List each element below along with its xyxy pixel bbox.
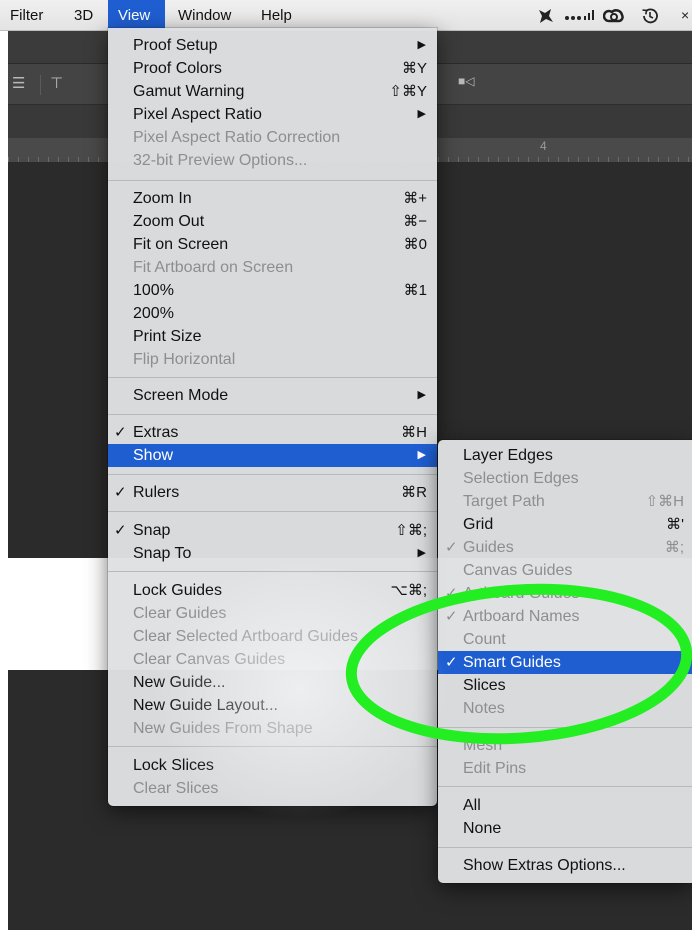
menu-separator — [438, 727, 692, 728]
menu-item-screen-mode[interactable]: Screen Mode ▶ — [108, 384, 437, 407]
submenu-arrow-icon: ▶ — [417, 389, 426, 401]
menu-item-200-percent[interactable]: 200% — [108, 302, 437, 325]
menu-item-lock-slices[interactable]: Lock Slices — [108, 754, 437, 777]
menu-item-proof-colors[interactable]: Proof Colors ⌘Y — [108, 57, 437, 80]
menu-3d[interactable]: 3D — [70, 0, 97, 31]
menu-item-smart-guides[interactable]: ✓ Smart Guides — [438, 651, 692, 674]
show-submenu: Layer Edges Selection Edges Target Path … — [438, 440, 692, 883]
menu-item-new-guide-layout[interactable]: New Guide Layout... — [108, 694, 437, 717]
menu-item-100-percent[interactable]: 100% ⌘1 — [108, 279, 437, 302]
menu-item-none[interactable]: None — [438, 817, 692, 840]
menu-item-32bit-preview-options[interactable]: 32-bit Preview Options... — [108, 149, 437, 172]
menu-separator — [108, 474, 437, 475]
menu-item-snap-to[interactable]: Snap To ▶ — [108, 542, 437, 565]
menu-separator — [108, 571, 437, 572]
menu-item-show-extras-options[interactable]: Show Extras Options... — [438, 854, 692, 877]
menu-item-clear-guides[interactable]: Clear Guides — [108, 602, 437, 625]
menu-item-pixel-aspect-ratio[interactable]: Pixel Aspect Ratio ▶ — [108, 103, 437, 126]
overflow-icon[interactable]: × — [681, 0, 689, 31]
menu-window[interactable]: Window — [174, 0, 235, 31]
menu-item-clear-selected-artboard-guides[interactable]: Clear Selected Artboard Guides — [108, 625, 437, 648]
view-menu: Proof Setup ▶ Proof Colors ⌘Y Gamut Warn… — [108, 28, 437, 806]
checkmark-icon: ✓ — [445, 539, 458, 556]
menu-item-new-guide[interactable]: New Guide... — [108, 671, 437, 694]
menu-item-rulers[interactable]: ✓ Rulers ⌘R — [108, 481, 437, 504]
creative-cloud-icon[interactable] — [603, 6, 625, 26]
signal-strength-icon[interactable] — [563, 7, 595, 25]
creative-cloud-sync-icon[interactable] — [536, 7, 556, 25]
menu-separator — [438, 847, 692, 848]
menu-item-count[interactable]: Count — [438, 628, 692, 651]
menu-item-layer-edges[interactable]: Layer Edges — [438, 444, 692, 467]
menu-item-flip-horizontal[interactable]: Flip Horizontal — [108, 348, 437, 371]
submenu-arrow-icon: ▶ — [417, 108, 426, 120]
menu-separator — [108, 180, 437, 181]
menu-item-artboard-names[interactable]: ✓ Artboard Names — [438, 605, 692, 628]
menu-item-artboard-guides[interactable]: ✓ Artboard Guides — [438, 582, 692, 605]
menu-item-zoom-in[interactable]: Zoom In ⌘+ — [108, 187, 437, 210]
submenu-arrow-icon: ▶ — [417, 449, 426, 461]
checkmark-icon: ✓ — [114, 424, 127, 441]
checkmark-icon: ✓ — [114, 484, 127, 501]
menu-item-grid[interactable]: Grid ⌘' — [438, 513, 692, 536]
menu-item-all[interactable]: All — [438, 794, 692, 817]
time-machine-icon[interactable] — [640, 6, 660, 26]
menu-item-fit-on-screen[interactable]: Fit on Screen ⌘0 — [108, 233, 437, 256]
menu-item-proof-setup[interactable]: Proof Setup ▶ — [108, 34, 437, 57]
menu-item-fit-artboard-on-screen[interactable]: Fit Artboard on Screen — [108, 256, 437, 279]
menu-item-canvas-guides[interactable]: Canvas Guides — [438, 559, 692, 582]
menu-item-extras[interactable]: ✓ Extras ⌘H — [108, 421, 437, 444]
menu-item-print-size[interactable]: Print Size — [108, 325, 437, 348]
checkmark-icon: ✓ — [445, 608, 458, 625]
menu-separator — [438, 786, 692, 787]
checkmark-icon: ✓ — [445, 585, 458, 602]
menu-item-clear-canvas-guides[interactable]: Clear Canvas Guides — [108, 648, 437, 671]
align-top-icon[interactable]: ⊤ — [50, 74, 63, 92]
menu-item-edit-pins[interactable]: Edit Pins — [438, 757, 692, 780]
menu-item-slices[interactable]: Slices — [438, 674, 692, 697]
menu-item-notes[interactable]: Notes — [438, 697, 692, 720]
menu-help[interactable]: Help — [257, 0, 296, 31]
menu-filter[interactable]: Filter — [6, 0, 47, 31]
menu-separator — [108, 414, 437, 415]
submenu-arrow-icon: ▶ — [417, 39, 426, 51]
menu-separator — [108, 746, 437, 747]
menu-item-show[interactable]: Show ▶ — [108, 444, 437, 467]
menu-item-new-guides-from-shape[interactable]: New Guides From Shape — [108, 717, 437, 740]
align-center-icon[interactable]: ☰ — [12, 74, 25, 92]
menu-item-target-path[interactable]: Target Path ⇧⌘H — [438, 490, 692, 513]
checkmark-icon: ✓ — [114, 522, 127, 539]
left-edge-strip — [0, 0, 8, 930]
menu-view[interactable]: View — [108, 0, 165, 31]
menu-item-selection-edges[interactable]: Selection Edges — [438, 467, 692, 490]
menu-separator — [108, 377, 437, 378]
menu-separator — [108, 511, 437, 512]
menu-item-pixel-aspect-ratio-correction[interactable]: Pixel Aspect Ratio Correction — [108, 126, 437, 149]
menu-item-snap[interactable]: ✓ Snap ⇧⌘; — [108, 519, 437, 542]
menu-item-gamut-warning[interactable]: Gamut Warning ⇧⌘Y — [108, 80, 437, 103]
menu-item-lock-guides[interactable]: Lock Guides ⌥⌘; — [108, 579, 437, 602]
menu-bar: Filter 3D View Window Help × — [0, 0, 692, 31]
submenu-arrow-icon: ▶ — [417, 547, 426, 559]
ruler-number: 4 — [540, 139, 547, 153]
menu-item-clear-slices[interactable]: Clear Slices — [108, 777, 437, 800]
checkmark-icon: ✓ — [445, 654, 458, 671]
toolbar-separator — [40, 75, 41, 95]
menu-item-zoom-out[interactable]: Zoom Out ⌘− — [108, 210, 437, 233]
menu-item-guides[interactable]: ✓ Guides ⌘; — [438, 536, 692, 559]
menu-item-mesh[interactable]: Mesh — [438, 734, 692, 757]
video-icon[interactable]: ■◁ — [458, 74, 474, 88]
